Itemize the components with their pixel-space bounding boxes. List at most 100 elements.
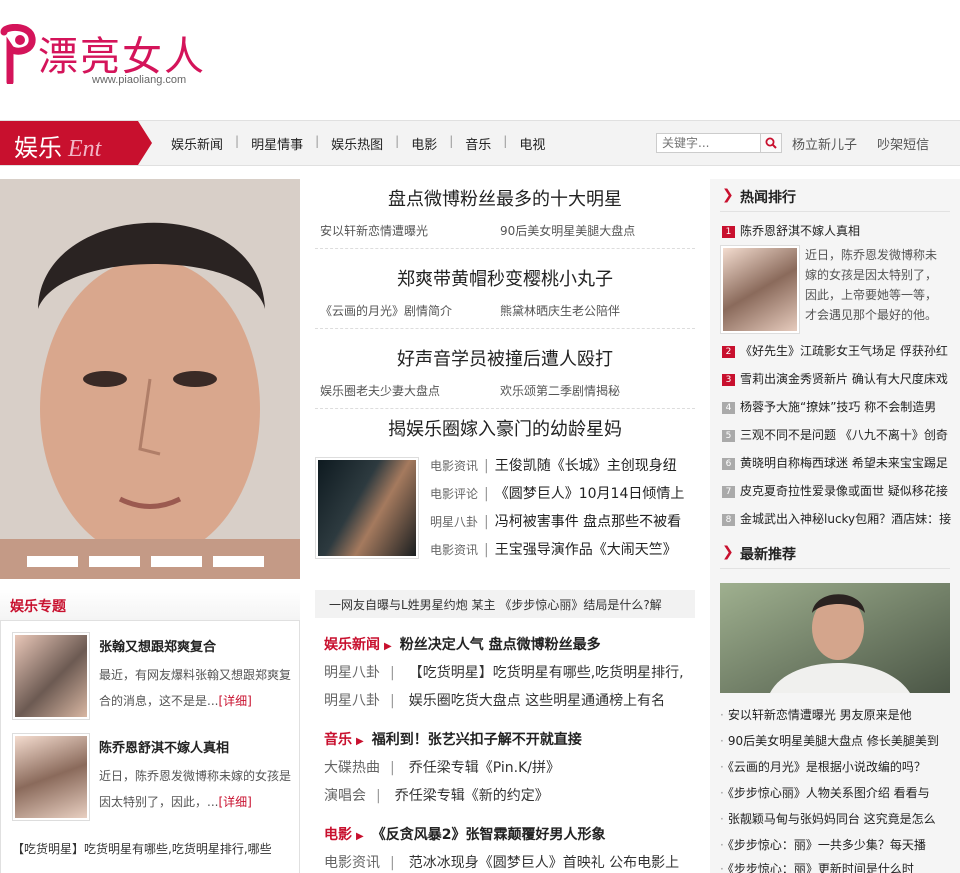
- nav-item-hot-pics[interactable]: 娱乐热图: [328, 134, 386, 153]
- section-row[interactable]: 演唱会 | 乔任梁专辑《新的约定》: [324, 785, 694, 805]
- site-logo[interactable]: 漂亮女人 www.piaoliang.com: [0, 14, 210, 94]
- bullet-icon: ·: [720, 708, 724, 722]
- hero-slideshow-image[interactable]: [0, 179, 300, 579]
- headline-sub-link[interactable]: 《云画的月光》剧情简介: [320, 302, 452, 319]
- topic-item[interactable]: 张翰又想跟郑爽复合 最近，有网友爆料张翰又想跟郑爽复合的消息，这不是是...[详…: [12, 632, 292, 722]
- slide-indicator[interactable]: [151, 556, 202, 567]
- headline[interactable]: 盘点微博粉丝最多的十大明星: [315, 185, 695, 211]
- recommend-item[interactable]: · 90后美女明星美腿大盘点 修长美腿美到: [720, 732, 950, 749]
- bullet-icon: ·: [720, 838, 724, 852]
- detail-link[interactable]: [详细]: [218, 795, 251, 809]
- headline-sub-link[interactable]: 欢乐颂第二季剧情揭秘: [500, 382, 620, 399]
- headline-sub-link[interactable]: 安以轩新恋情遭曝光: [320, 222, 428, 239]
- feature-row[interactable]: 电影资讯 | 王俊凯随《长城》主创现身纽: [430, 455, 677, 475]
- headline-sub-link[interactable]: 娱乐圈老夫少妻大盘点: [320, 382, 440, 399]
- headline-sub-link[interactable]: 90后美女明星美腿大盘点: [500, 222, 635, 239]
- topic-summary: 最近，有网友爆料张翰又想跟郑爽复合的消息，这不是是...[详细]: [99, 668, 292, 708]
- search-box: [656, 133, 782, 155]
- rank-item[interactable]: 2 《好先生》江疏影女王气场足 俘获孙红: [722, 342, 952, 359]
- nav-item-movie[interactable]: 电影: [408, 134, 440, 153]
- headline[interactable]: 好声音学员被撞后遭人殴打: [315, 345, 695, 371]
- nav-item-star-affairs[interactable]: 明星情事: [248, 134, 306, 153]
- logo-mark-icon: [0, 24, 36, 84]
- search-input[interactable]: [656, 133, 761, 153]
- topic-tail-link[interactable]: 【吃货明星】吃货明星有哪些,吃货明星排行,哪些: [12, 840, 297, 857]
- recommend-title: 最新推荐: [740, 547, 796, 563]
- hot-news-header: ❯ 热闻排行: [720, 180, 950, 212]
- recommend-item[interactable]: · 《步步惊心：丽》更新时间是什么时: [720, 860, 950, 873]
- hot-search-links: 杨立新儿子 吵架短信: [792, 134, 945, 153]
- headline-sub-link[interactable]: 熊黛林晒庆生老公陪伴: [500, 302, 620, 319]
- topic-item[interactable]: 陈乔恩舒淇不嫁人真相 近日，陈乔恩发微博称未嫁的女孩是因太特别了，因此，...[…: [12, 733, 292, 823]
- recommend-item[interactable]: · 张靓颖马甸与张妈妈同台 这究竟是怎么: [720, 810, 950, 827]
- topic-panel-title: 娱乐专题: [10, 599, 66, 615]
- bullet-icon: ·: [720, 786, 724, 800]
- slide-indicator[interactable]: [27, 556, 78, 567]
- section-title-link[interactable]: 福利到！张艺兴扣子解不开就直接: [372, 732, 582, 748]
- rank-badge: 5: [722, 430, 735, 442]
- rank-item[interactable]: 8 金城武出入神秘lucky包厢？酒店妹：接: [722, 510, 952, 527]
- recommend-item[interactable]: · 《云画的月光》是根据小说改编的吗？: [720, 758, 950, 775]
- rank-badge: 6: [722, 458, 735, 470]
- section-title-link[interactable]: 《反贪风暴2》张智霖颠覆好男人形象: [372, 827, 606, 843]
- bullet-icon: ·: [720, 760, 724, 774]
- headline[interactable]: 郑爽带黄帽秒变樱桃小丸子: [315, 265, 695, 291]
- nav-item-news[interactable]: 娱乐新闻: [168, 134, 226, 153]
- rank-badge: 3: [722, 374, 735, 386]
- feature-row[interactable]: 电影资讯 | 王宝强导演作品《大闹天竺》: [430, 539, 677, 559]
- slide-indicator[interactable]: [213, 556, 264, 567]
- rank-thumbnail[interactable]: [720, 245, 800, 334]
- bullet-icon: ·: [720, 734, 724, 748]
- rank-item[interactable]: 4 杨蓉予大施“撩妹”技巧 称不会制造男: [722, 398, 952, 415]
- feature-row[interactable]: 电影评论 | 《圆梦巨人》10月14日倾情上: [430, 483, 684, 503]
- logo-url: www.piaoliang.com: [92, 74, 187, 86]
- channel-badge[interactable]: 娱乐 Ent: [0, 121, 152, 165]
- badge-en: Ent: [68, 136, 102, 162]
- news-ticker[interactable]: 一网友自曝与L姓男星约炮 某主 《步步惊心丽》结局是什么?解: [315, 590, 695, 618]
- channel-nav-links: 娱乐新闻 | 明星情事 | 娱乐热图 | 电影 | 音乐 | 电视: [168, 134, 548, 153]
- arrow-right-icon: ▶: [356, 736, 364, 747]
- section-row[interactable]: 大碟热曲 | 乔任梁专辑《Pin.K/拼》: [324, 757, 694, 777]
- rank-item[interactable]: 6 黄晓明自称梅西球迷 希望未来宝宝踢足: [722, 454, 952, 471]
- topic-thumbnail[interactable]: [12, 632, 90, 720]
- rank-badge: 2: [722, 346, 735, 358]
- section-row[interactable]: 电影资讯 | 范冰冰现身《圆梦巨人》首映礼 公布电影上: [324, 852, 694, 872]
- section-category-link[interactable]: 娱乐新闻: [324, 637, 380, 653]
- nav-item-tv[interactable]: 电视: [516, 134, 548, 153]
- recommend-item[interactable]: · 安以轩新恋情遭曝光 男友原来是他: [720, 706, 950, 723]
- detail-link[interactable]: [详细]: [218, 694, 251, 708]
- bullet-icon: ·: [720, 812, 724, 826]
- feature-row[interactable]: 明星八卦 | 冯柯被害事件 盘点那些不被看: [430, 511, 681, 531]
- rank-badge: 1: [722, 226, 735, 238]
- slide-indicator[interactable]: [89, 556, 140, 567]
- section-category-link[interactable]: 电影: [324, 827, 352, 843]
- headline[interactable]: 揭娱乐圈嫁入豪门的幼龄星妈: [315, 415, 695, 441]
- feature-thumbnail[interactable]: [315, 457, 419, 559]
- nav-item-music[interactable]: 音乐: [462, 134, 494, 153]
- section-category-link[interactable]: 音乐: [324, 732, 352, 748]
- rank-item[interactable]: 5 三观不同不是问题 《八九不离十》创奇: [722, 426, 952, 443]
- hot-search-link[interactable]: 杨立新儿子: [792, 138, 857, 153]
- search-button[interactable]: [760, 133, 782, 153]
- bullet-icon: ·: [720, 862, 724, 873]
- rank-item[interactable]: 7 皮克夏奇拉性爱录像或面世 疑似移花接: [722, 482, 952, 499]
- hot-search-link[interactable]: 吵架短信: [877, 138, 929, 153]
- rank-badge: 4: [722, 402, 735, 414]
- recommend-item[interactable]: · 《步步惊心丽》人物关系图介绍 看看与: [720, 784, 950, 801]
- topic-thumbnail[interactable]: [12, 733, 90, 821]
- recommend-photo-image: [720, 583, 950, 693]
- section-row[interactable]: 明星八卦 | 娱乐圈吃货大盘点 这些明星通通榜上有名: [324, 690, 694, 710]
- recommend-image[interactable]: [720, 583, 950, 693]
- chevron-right-icon: ❯: [722, 187, 734, 203]
- section-row[interactable]: 明星八卦 | 【吃货明星】吃货明星有哪些,吃货明星排行,: [324, 662, 694, 682]
- recommend-item[interactable]: · 《步步惊心：丽》一共多少集？每天播: [720, 836, 950, 853]
- slideshow-indicators: [27, 556, 264, 567]
- topic-title[interactable]: 陈乔恩舒淇不嫁人真相: [99, 737, 229, 756]
- rank-item[interactable]: 1 陈乔恩舒淇不嫁人真相: [722, 222, 952, 239]
- rank-badge: 8: [722, 514, 735, 526]
- chevron-right-icon: ❯: [722, 544, 734, 560]
- section-title-link[interactable]: 粉丝决定人气 盘点微博粉丝最多: [400, 637, 601, 653]
- rank-item[interactable]: 3 雪莉出演金秀贤新片 确认有大尺度床戏: [722, 370, 952, 387]
- hero-portrait-image: [0, 179, 300, 579]
- topic-title[interactable]: 张翰又想跟郑爽复合: [99, 636, 216, 655]
